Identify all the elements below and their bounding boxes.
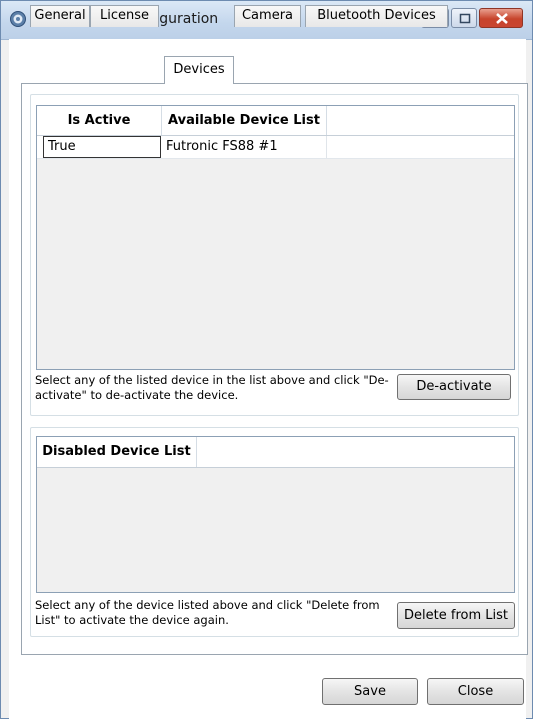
close-window-button[interactable]: [479, 8, 523, 28]
available-hint-text: Select any of the listed device in the l…: [35, 373, 389, 402]
table-row[interactable]: True Futronic FS88 #1: [37, 136, 514, 159]
tab-camera[interactable]: Camera: [234, 5, 301, 27]
maximize-button[interactable]: [451, 8, 477, 28]
is-active-cell[interactable]: True: [43, 136, 161, 158]
maximize-icon: [459, 13, 471, 24]
tab-devices[interactable]: Devices: [164, 56, 234, 84]
save-button[interactable]: Save: [322, 678, 418, 705]
grid-header: Disabled Device List: [37, 437, 514, 468]
grid-header: Is Active Available Device List: [37, 106, 514, 136]
deactivate-button[interactable]: De-activate: [397, 374, 511, 400]
tab-license[interactable]: License: [90, 5, 159, 27]
disabled-devices-group: Disabled Device List Select any of the d…: [30, 427, 519, 637]
close-button[interactable]: Close: [427, 678, 524, 705]
tab-bluetooth-devices[interactable]: Bluetooth Devices: [305, 5, 448, 27]
disabled-device-grid[interactable]: Disabled Device List: [36, 436, 515, 593]
column-header-disabled-device-list[interactable]: Disabled Device List: [37, 437, 197, 467]
disabled-hint-text: Select any of the device listed above an…: [35, 598, 380, 627]
config-window: FbF Listener Configuration General Licen…: [0, 0, 533, 720]
available-devices-group: Is Active Available Device List True Fut…: [30, 94, 519, 416]
tab-general[interactable]: General: [30, 5, 90, 27]
column-header-available-device-list[interactable]: Available Device List: [162, 106, 327, 135]
tab-label: Devices: [173, 62, 225, 77]
gear-icon: [9, 10, 27, 28]
tab-label: Bluetooth Devices: [317, 8, 436, 23]
delete-from-list-button[interactable]: Delete from List: [397, 602, 515, 629]
available-device-grid[interactable]: Is Active Available Device List True Fut…: [36, 105, 515, 370]
tab-label: General: [34, 8, 86, 23]
device-name-cell[interactable]: Futronic FS88 #1: [162, 136, 327, 158]
close-icon: [496, 13, 508, 24]
column-header-is-active[interactable]: Is Active: [37, 106, 162, 135]
tab-label: License: [99, 8, 149, 23]
devices-tab-panel: Is Active Available Device List True Fut…: [21, 83, 528, 655]
tab-label: Camera: [241, 8, 294, 23]
